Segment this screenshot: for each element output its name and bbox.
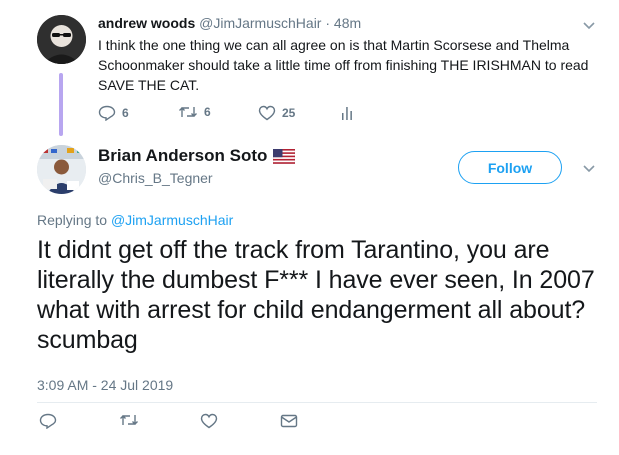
thread-line: [59, 73, 63, 136]
reply-icon: [98, 105, 116, 121]
follow-button[interactable]: Follow: [458, 151, 562, 184]
reply-button[interactable]: [39, 413, 57, 429]
parent-tweet-header: andrew woods @JimJarmuschHair · 48m: [98, 15, 361, 31]
reply-count: 6: [122, 106, 129, 120]
retweet-count: 6: [204, 105, 211, 119]
retweet-button[interactable]: 6: [178, 105, 211, 119]
reply-button[interactable]: 6: [98, 105, 129, 121]
like-icon: [258, 105, 276, 121]
like-count: 25: [282, 106, 296, 120]
like-button[interactable]: [200, 413, 218, 429]
us-flag-icon: [273, 148, 296, 164]
chevron-down-icon[interactable]: [583, 160, 595, 178]
main-tweet-actions: [37, 413, 337, 435]
retweet-icon: [178, 105, 198, 119]
tweet-time[interactable]: 48m: [334, 15, 361, 31]
replying-to: Replying to @JimJarmuschHair: [37, 212, 233, 228]
divider: [37, 402, 597, 403]
author-handle[interactable]: @JimJarmuschHair: [199, 15, 321, 31]
chevron-down-icon[interactable]: [583, 17, 595, 35]
replying-handle-link[interactable]: @JimJarmuschHair: [111, 212, 233, 228]
analytics-icon: [340, 105, 354, 121]
retweet-button[interactable]: [119, 413, 139, 427]
main-tweet-text: It didnt get off the track from Tarantin…: [37, 236, 595, 354]
author-name-row[interactable]: Brian Anderson Soto: [98, 146, 296, 166]
like-button[interactable]: 25: [258, 105, 295, 121]
tweet-timestamp[interactable]: 3:09 AM - 24 Jul 2019: [37, 377, 173, 393]
avatar[interactable]: [37, 15, 86, 64]
author-handle[interactable]: @Chris_B_Tegner: [98, 170, 213, 186]
replying-prefix: Replying to: [37, 212, 108, 228]
direct-message-icon: [280, 413, 298, 429]
author-name[interactable]: andrew woods: [98, 15, 195, 31]
retweet-icon: [119, 413, 139, 427]
parent-tweet-actions: 6 6 25: [98, 105, 398, 125]
analytics-button[interactable]: [340, 105, 354, 121]
avatar[interactable]: [37, 145, 86, 194]
direct-message-button[interactable]: [280, 413, 298, 429]
author-name[interactable]: Brian Anderson Soto: [98, 146, 267, 166]
like-icon: [200, 413, 218, 429]
separator: ·: [325, 15, 331, 31]
parent-tweet-text: I think the one thing we can all agree o…: [98, 37, 589, 93]
reply-icon: [39, 413, 57, 429]
